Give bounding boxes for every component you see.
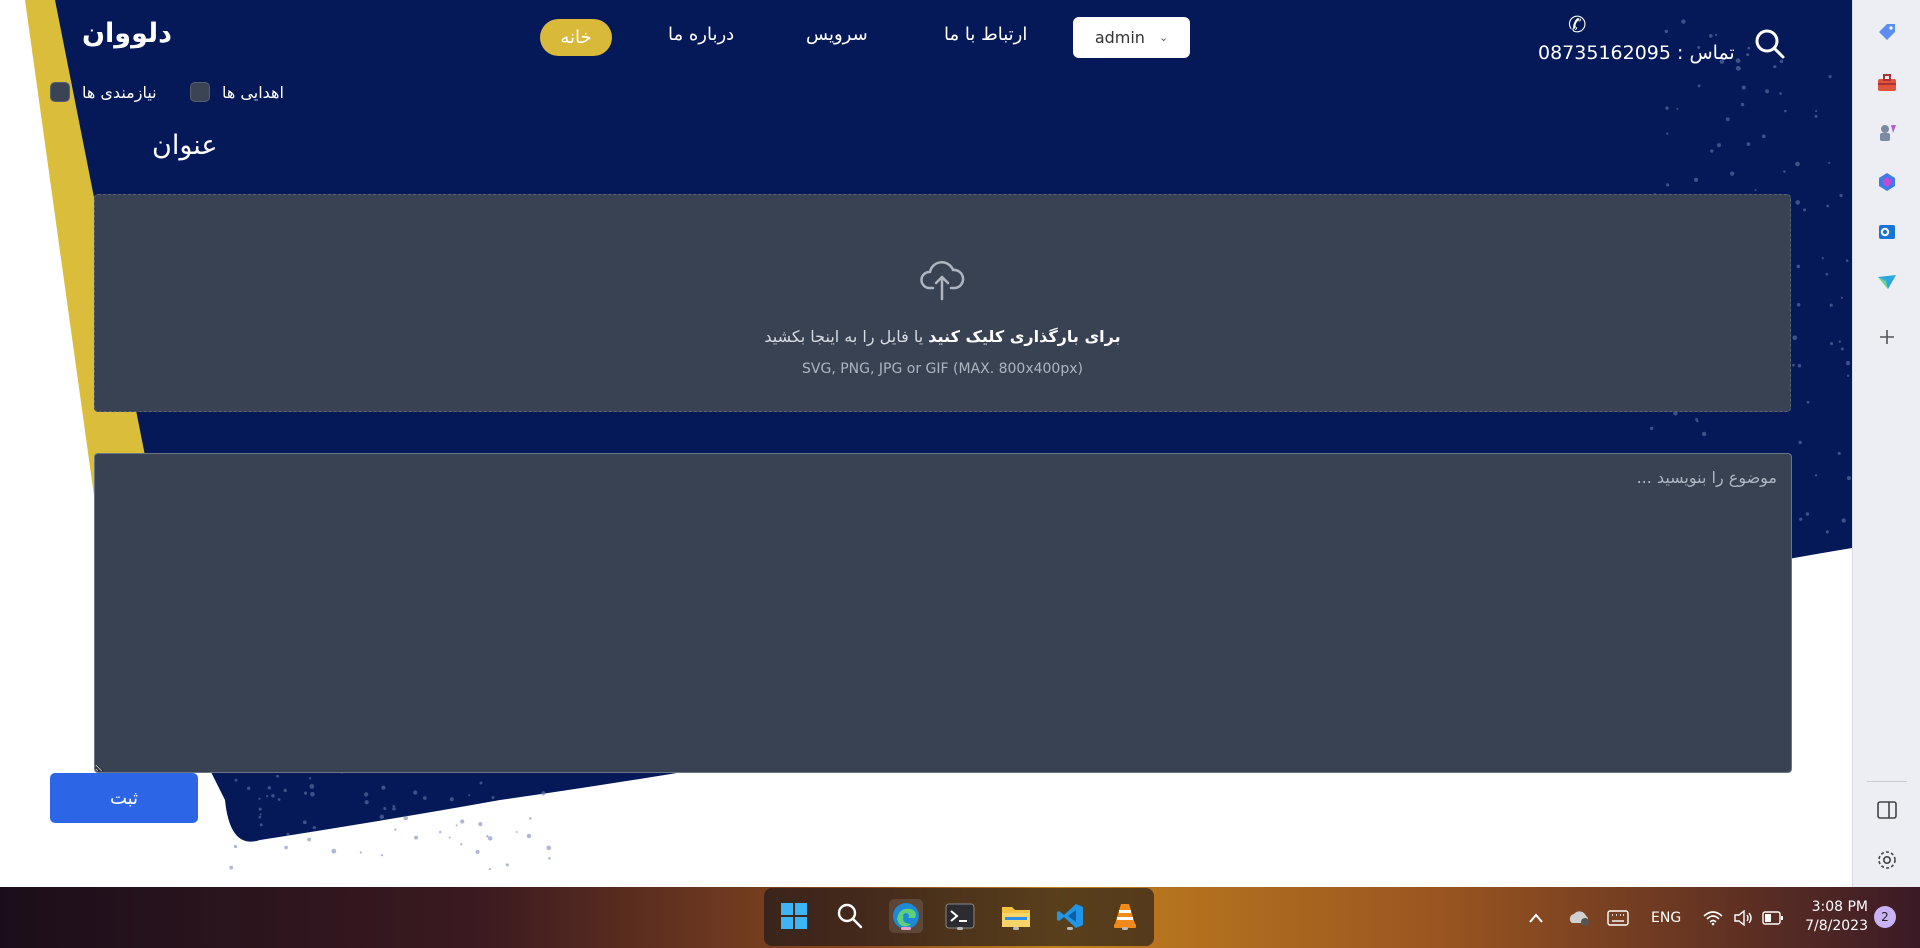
upload-instructions: برای بارگذاری کلیک کنید یا فایل را به ای… (95, 327, 1790, 346)
phone-icon: ✆ (1568, 13, 1587, 38)
windows-start-icon[interactable] (777, 899, 811, 933)
settings-icon[interactable] (1875, 848, 1899, 872)
search-icon[interactable] (1754, 28, 1786, 64)
running-indicator (1067, 927, 1073, 930)
user-select[interactable]: admin ⌄ (1073, 17, 1190, 58)
clock-time: 3:08 PM (1811, 899, 1868, 915)
web-page: دلووان خانه درباره ما سرویس ارتباط با ما… (0, 0, 1852, 887)
nav-about[interactable]: درباره ما (668, 24, 734, 45)
clock-date: 7/8/2023 (1805, 918, 1868, 934)
chevron-down-icon: ⌄ (1158, 31, 1169, 44)
windows-taskbar: ENG 3:08 PM 7/8/2023 (0, 887, 1920, 948)
edge-icon[interactable] (889, 899, 923, 933)
notification-badge[interactable]: 2 (1874, 906, 1896, 928)
terminal-icon[interactable] (943, 899, 977, 933)
donations-label: اهدایی ها (222, 82, 284, 102)
user-select-value: admin (1094, 28, 1145, 47)
show-hidden-icons[interactable] (1528, 887, 1544, 948)
running-indicator (957, 927, 963, 930)
file-dropzone[interactable]: برای بارگذاری کلیک کنید یا فایل را به ای… (94, 194, 1791, 412)
battery-icon[interactable] (1762, 887, 1784, 948)
nav-home[interactable]: خانه (540, 19, 612, 56)
contact-phone: تماس : 08735162095 (1538, 42, 1735, 64)
upload-drag-text: یا فایل را به اینجا بکشید (764, 327, 929, 346)
copilot-icon[interactable] (1875, 170, 1899, 194)
cloud-upload-icon (919, 257, 965, 307)
vscode-icon[interactable] (1053, 899, 1087, 933)
running-indicator (1013, 927, 1019, 930)
active-indicator (901, 927, 911, 930)
onedrive-icon[interactable] (1567, 887, 1591, 948)
upload-hint: SVG, PNG, JPG or GIF (MAX. 800x400px) (802, 361, 1083, 377)
split-view-icon[interactable] (1875, 798, 1899, 822)
needs-checkbox[interactable] (50, 82, 70, 102)
search-icon[interactable] (833, 899, 867, 933)
needs-label: نیازمندی ها (82, 82, 157, 102)
wifi-icon[interactable] (1703, 887, 1723, 948)
toolbox-icon[interactable] (1875, 71, 1899, 95)
filter-needs[interactable]: نیازمندی ها (50, 82, 157, 102)
donations-checkbox[interactable] (190, 82, 210, 102)
upload-click-text: برای بارگذاری کلیک کنید (928, 327, 1121, 346)
nav-contact[interactable]: ارتباط با ما (944, 24, 1027, 45)
tag-icon[interactable] (1875, 20, 1899, 44)
file-explorer-icon[interactable] (999, 899, 1033, 933)
outlook-icon[interactable] (1875, 220, 1899, 244)
games-icon[interactable] (1875, 120, 1899, 144)
system-clock[interactable]: 3:08 PM 7/8/2023 (1798, 898, 1868, 936)
keyboard-icon[interactable] (1607, 887, 1629, 948)
add-icon[interactable] (1875, 325, 1899, 349)
sidebar-divider (1867, 781, 1907, 782)
vlc-icon[interactable] (1108, 899, 1142, 933)
submit-button[interactable]: ثبت (50, 773, 198, 823)
nav-service[interactable]: سرویس (806, 24, 868, 45)
edge-sidebar (1852, 0, 1920, 887)
send-icon[interactable] (1875, 270, 1899, 294)
language-indicator[interactable]: ENG (1651, 887, 1681, 948)
volume-icon[interactable] (1733, 887, 1753, 948)
brand-logo[interactable]: دلووان (82, 18, 172, 49)
running-indicator (1122, 927, 1128, 930)
title-label: عنوان (152, 130, 218, 161)
filter-donations[interactable]: اهدایی ها (190, 82, 284, 102)
subject-textarea[interactable] (94, 453, 1792, 773)
